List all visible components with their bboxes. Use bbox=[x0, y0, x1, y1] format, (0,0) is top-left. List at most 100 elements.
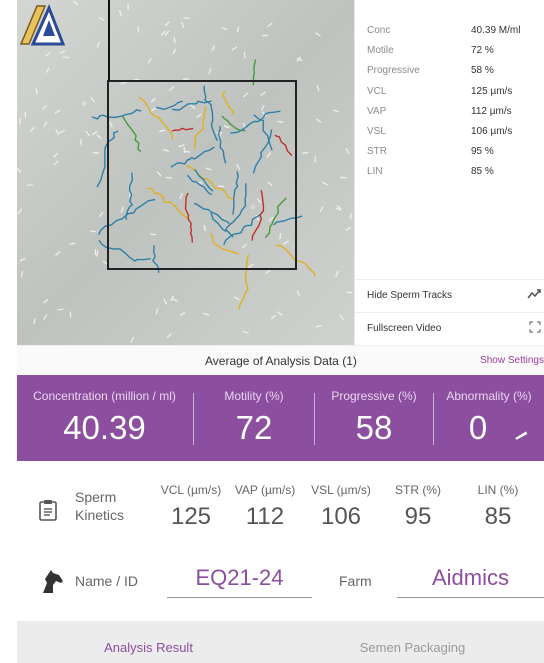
sperm-cell bbox=[80, 138, 82, 145]
sperm-cell bbox=[160, 30, 167, 36]
sperm-cell bbox=[319, 206, 324, 213]
expand-icon bbox=[529, 321, 541, 336]
metric-label: Progressive (%) bbox=[331, 389, 417, 403]
hide-sperm-tracks-button[interactable]: Hide Sperm Tracks bbox=[355, 279, 544, 311]
sperm-cell bbox=[41, 104, 48, 110]
sperm-cell bbox=[243, 52, 246, 59]
stat-row-vcl: VCL 125 µm/s bbox=[367, 86, 544, 106]
stat-label: Motile bbox=[367, 45, 394, 56]
sperm-cell bbox=[296, 290, 301, 297]
sperm-cell bbox=[62, 56, 70, 59]
sperm-cell bbox=[316, 85, 320, 92]
fullscreen-video-button[interactable]: Fullscreen Video bbox=[355, 312, 544, 344]
sperm-cell bbox=[43, 121, 48, 128]
kinetics-label: LIN (%) bbox=[477, 483, 519, 497]
name-id-field[interactable]: EQ21-24 bbox=[167, 565, 312, 598]
sperm-cell bbox=[242, 330, 249, 334]
kinetics-label: VCL (µm/s) bbox=[160, 483, 222, 497]
sperm-cell bbox=[234, 296, 240, 301]
sperm-cell bbox=[181, 21, 185, 28]
sperm-cell bbox=[29, 126, 35, 132]
sperm-cell bbox=[231, 46, 238, 51]
kinetics-label: VAP (µm/s) bbox=[234, 483, 296, 497]
sperm-cell bbox=[17, 167, 22, 173]
sperm-cell bbox=[322, 181, 328, 186]
sperm-cell bbox=[164, 21, 170, 27]
sperm-cell bbox=[130, 336, 135, 343]
sperm-cell bbox=[163, 298, 168, 305]
stat-row-motile: Motile 72 % bbox=[367, 45, 544, 65]
sperm-cell bbox=[85, 130, 90, 137]
fullscreen-label: Fullscreen Video bbox=[367, 323, 442, 334]
sperm-cell bbox=[45, 51, 51, 57]
hide-tracks-label: Hide Sperm Tracks bbox=[367, 290, 453, 301]
sperm-cell bbox=[43, 298, 49, 304]
clipboard-icon bbox=[39, 500, 57, 521]
stat-row-str: STR 95 % bbox=[367, 146, 544, 166]
stat-value: 40.39 M/ml bbox=[471, 25, 521, 36]
sperm-cell bbox=[59, 129, 65, 134]
identity-row: Name / ID EQ21-24 Farm Aidmics bbox=[17, 553, 544, 621]
sperm-cell bbox=[55, 129, 60, 135]
name-id-label: Name / ID bbox=[75, 573, 139, 589]
metric-motility: Motility (%) 72 bbox=[194, 375, 314, 461]
sperm-cell bbox=[315, 324, 322, 328]
sperm-cell bbox=[59, 50, 66, 54]
metric-label: Concentration (million / ml) bbox=[33, 389, 176, 403]
sperm-cell bbox=[19, 257, 26, 262]
sperm-cell bbox=[45, 67, 50, 73]
sperm-cell bbox=[335, 271, 339, 278]
sperm-cell bbox=[55, 250, 61, 256]
sperm-cell bbox=[96, 41, 101, 48]
sperm-cell bbox=[91, 130, 98, 136]
sperm-cell bbox=[90, 96, 96, 103]
sperm-video-view[interactable] bbox=[17, 0, 354, 345]
farm-field[interactable]: Aidmics bbox=[397, 565, 544, 598]
aidmics-logo-icon bbox=[19, 4, 65, 46]
stat-row-progressive: Progressive 58 % bbox=[367, 65, 544, 85]
sperm-cell bbox=[72, 0, 79, 6]
sperm-cell bbox=[54, 109, 61, 114]
sperm-cell bbox=[333, 109, 340, 113]
stat-label: VAP bbox=[367, 106, 387, 117]
sperm-cell bbox=[33, 318, 36, 325]
kinetics-value: 125 bbox=[170, 503, 212, 530]
metric-value: 40.39 bbox=[63, 409, 146, 446]
stat-value: 112 µm/s bbox=[471, 106, 512, 117]
sperm-cell bbox=[315, 32, 321, 37]
sperm-cell bbox=[170, 295, 175, 302]
stat-row-vsl: VSL 106 µm/s bbox=[367, 126, 544, 146]
sperm-cell bbox=[211, 45, 215, 52]
sperm-cell bbox=[127, 3, 130, 10]
stat-label: STR bbox=[367, 146, 387, 157]
sperm-cell bbox=[203, 312, 210, 316]
sperm-cell bbox=[90, 230, 97, 233]
metric-concentration: Concentration (million / ml) 40.39 bbox=[17, 375, 192, 461]
sperm-cell bbox=[166, 333, 172, 339]
tab-semen-packaging[interactable]: Semen Packaging bbox=[281, 621, 544, 663]
tab-analysis-result[interactable]: Analysis Result bbox=[17, 621, 280, 663]
kinetics-value: 95 bbox=[404, 503, 432, 530]
sperm-cell bbox=[208, 68, 212, 75]
metric-label: Abnormality (%) bbox=[446, 389, 532, 403]
average-header: Average of Analysis Data (1) Show Settin… bbox=[17, 345, 544, 375]
sperm-cell bbox=[221, 27, 228, 31]
sperm-cell bbox=[43, 314, 48, 320]
kinetics-title: Sperm Kinetics bbox=[75, 489, 125, 523]
horse-head-icon bbox=[43, 570, 63, 593]
sperm-cell bbox=[339, 314, 344, 321]
kinetics-value: 85 bbox=[484, 503, 512, 530]
metric-abnormality: Abnormality (%) 0 bbox=[434, 375, 544, 461]
kinetics-value: 106 bbox=[320, 503, 362, 530]
metric-value: 0 bbox=[468, 409, 488, 446]
sperm-cell bbox=[236, 26, 240, 33]
stat-row-vap: VAP 112 µm/s bbox=[367, 106, 544, 126]
stat-value: 106 µm/s bbox=[471, 126, 513, 137]
metric-value: 72 bbox=[235, 409, 273, 446]
stats-panel: Conc 40.39 M/ml Motile 72 % Progressive … bbox=[354, 0, 544, 345]
sperm-cell bbox=[265, 269, 271, 275]
stat-label: LIN bbox=[367, 166, 383, 177]
kinetics-label: STR (%) bbox=[395, 483, 441, 497]
sperm-cell bbox=[345, 226, 352, 231]
show-settings-link[interactable]: Show Settings bbox=[480, 355, 544, 366]
